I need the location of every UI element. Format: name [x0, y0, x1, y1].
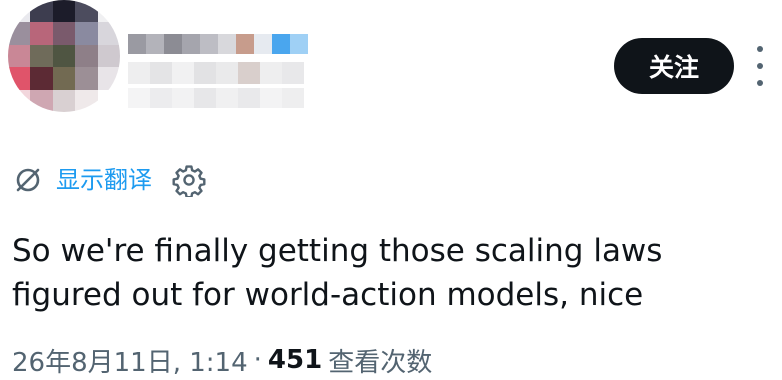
follow-button[interactable]: 关注 [614, 38, 734, 94]
tweet-text: So we're finally getting those scaling l… [12, 229, 772, 317]
view-label[interactable]: 查看次数 [328, 342, 432, 379]
more-icon[interactable] [750, 46, 770, 86]
tweet-meta: 26年8月11日, 1:14 · 451 查看次数 [12, 340, 432, 380]
show-translation-link[interactable]: 显示翻译 [56, 160, 152, 200]
view-count[interactable]: 451 [268, 345, 322, 375]
gear-icon[interactable] [172, 163, 206, 197]
tweet-header: 关注 [0, 0, 782, 135]
translate-row: 显示翻译 [12, 160, 206, 200]
tweet-text-line-2: figured out for world-action models, nic… [12, 277, 644, 313]
translate-icon [16, 168, 40, 192]
avatar[interactable] [8, 0, 120, 112]
author-name-redacted[interactable] [128, 26, 318, 110]
timestamp[interactable]: 26年8月11日, 1:14 [12, 342, 248, 379]
meta-separator: · [253, 345, 262, 375]
tweet-text-line-1: So we're finally getting those scaling l… [12, 233, 663, 269]
